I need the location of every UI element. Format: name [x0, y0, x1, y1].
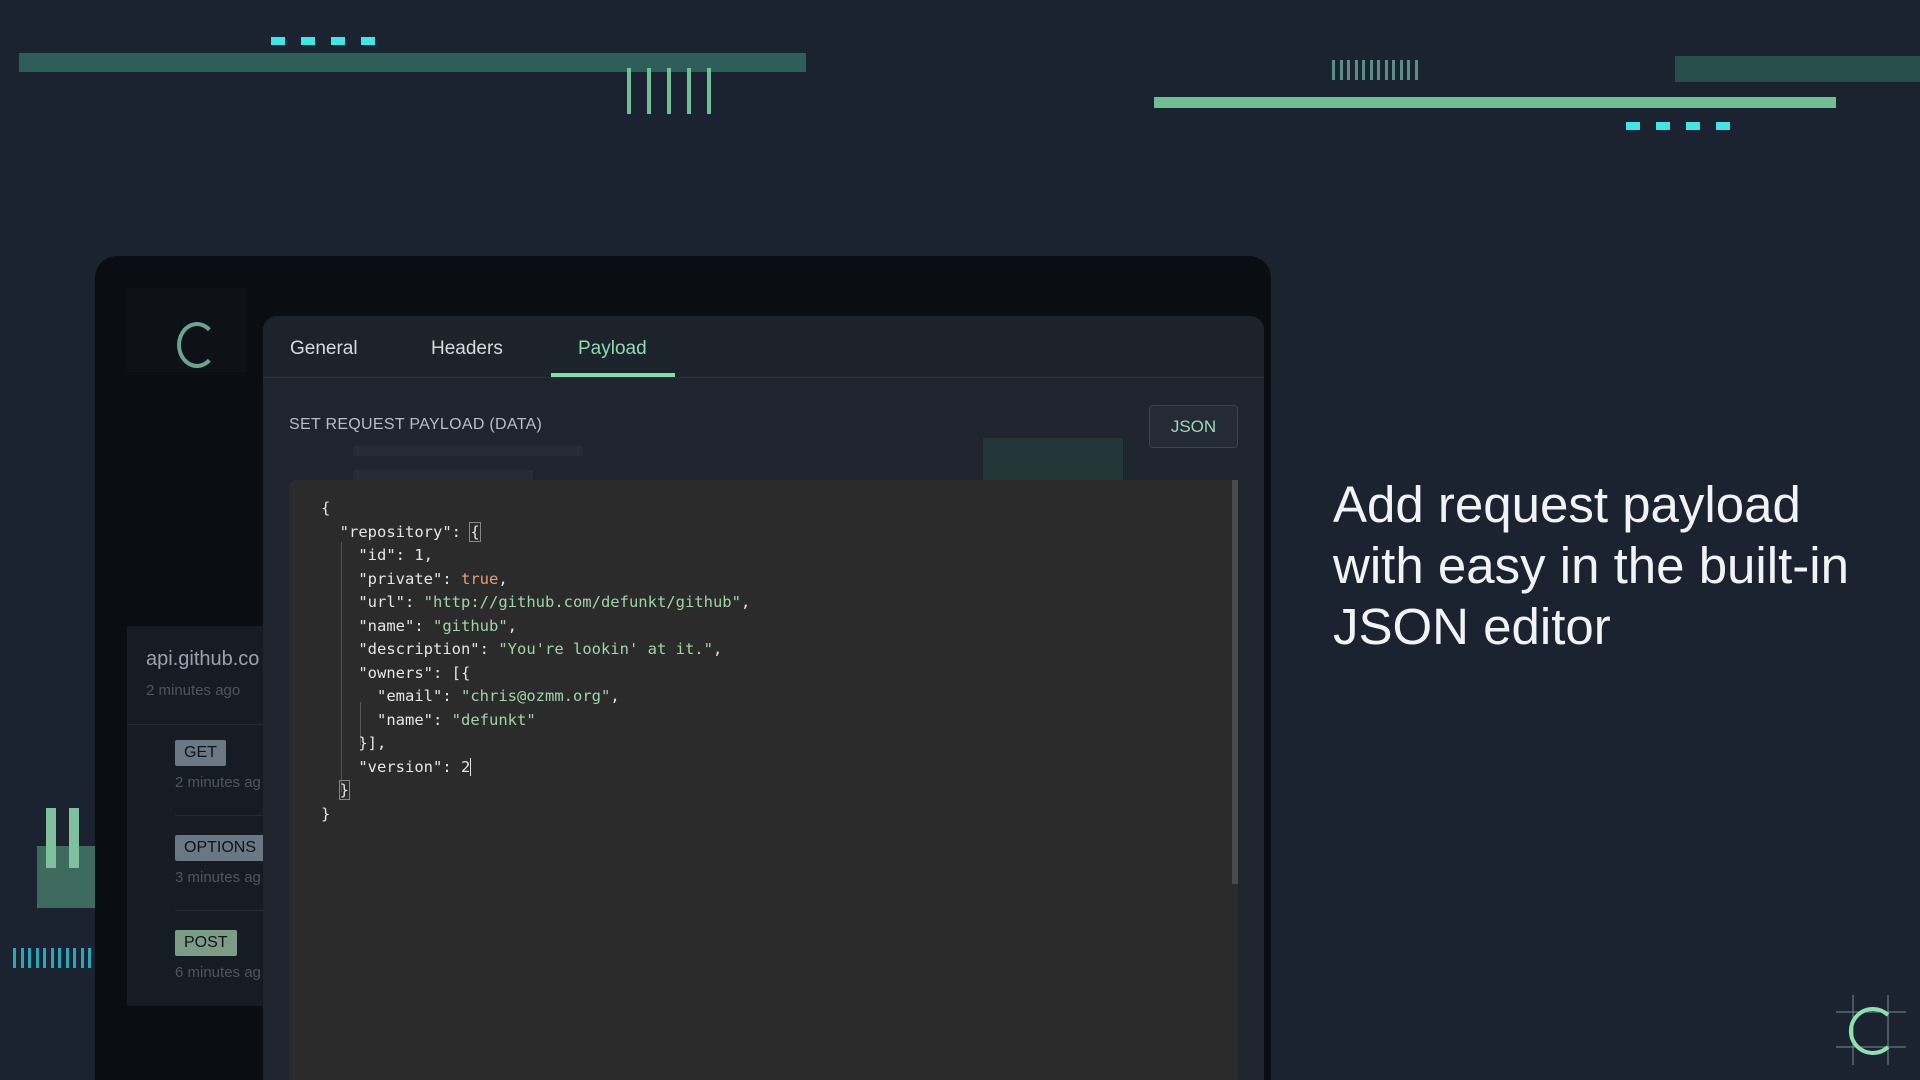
decor-dash	[301, 37, 315, 45]
history-item-options[interactable]: OPTIONS 3 minutes ag	[175, 835, 266, 886]
json-format-button[interactable]: JSON	[1149, 405, 1238, 448]
tab-active-indicator	[551, 373, 675, 377]
tab-general[interactable]: General	[290, 338, 358, 360]
decor-bar-green	[1154, 97, 1836, 108]
code-line: }	[338, 780, 351, 800]
decor-tick	[20, 948, 24, 968]
code-line: "email": "chris@ozmm.org",	[377, 687, 620, 705]
decor-tick	[65, 948, 69, 968]
decor-tick	[80, 948, 84, 968]
history-time: 3 minutes ag	[175, 869, 261, 886]
code-line: }],	[321, 734, 387, 752]
decor-tick	[1347, 60, 1350, 80]
decor-dash	[1686, 122, 1700, 130]
decor-dash	[271, 37, 285, 45]
decor-tick	[1362, 60, 1365, 80]
code-line: "description": "You're lookin' at it.",	[358, 640, 723, 658]
decor-line	[687, 68, 691, 114]
decor-tick	[88, 948, 91, 968]
method-badge: OPTIONS	[175, 835, 266, 861]
decor-dash	[331, 37, 345, 45]
decor-bar-top-right	[1675, 56, 1920, 82]
method-badge: POST	[175, 930, 237, 956]
decor-tick	[1369, 60, 1373, 80]
method-badge: GET	[175, 740, 226, 766]
code-line: "url": "http://github.com/defunkt/github…	[358, 593, 751, 611]
request-dialog: General Headers Payload SET REQUEST PAYL…	[263, 316, 1264, 1080]
history-host-time: 2 minutes ago	[146, 682, 241, 699]
decor-block	[46, 808, 56, 868]
decor-tick	[1384, 60, 1388, 80]
decor-tick	[1399, 60, 1403, 80]
tab-bar: General Headers Payload	[263, 316, 1264, 378]
decor-dash	[361, 37, 375, 45]
code-line: "name": "github",	[358, 616, 517, 635]
json-editor[interactable]: { "repository": { "id": 1, "private": tr…	[289, 480, 1238, 1080]
decor-tick	[1392, 60, 1395, 80]
code-line: "name": "defunkt"	[377, 710, 536, 729]
payload-label: SET REQUEST PAYLOAD (DATA)	[289, 416, 543, 433]
decor-tick	[1377, 60, 1380, 80]
decor-line	[667, 68, 671, 114]
code-line: "id": 1,	[358, 546, 433, 564]
history-item-get[interactable]: GET 2 minutes ag	[175, 740, 261, 791]
code-line: {	[321, 499, 331, 517]
code-line: }	[321, 804, 331, 823]
decor-tick	[1354, 60, 1358, 80]
decor-dash	[1626, 122, 1640, 130]
history-host[interactable]: api.github.co	[146, 648, 259, 671]
code-line: "version": 2	[358, 757, 472, 776]
decor-line	[647, 68, 651, 114]
decor-tick	[58, 948, 61, 968]
history-item-post[interactable]: POST 6 minutes ag	[175, 930, 261, 981]
history-time: 2 minutes ag	[175, 774, 261, 791]
tab-payload[interactable]: Payload	[578, 338, 647, 360]
editor-scrollbar[interactable]	[1232, 480, 1238, 884]
decor-tick	[35, 948, 39, 968]
history-time: 6 minutes ag	[175, 964, 261, 981]
app-logo	[127, 288, 247, 372]
decor-tick	[28, 948, 31, 968]
code-line: "owners": [{	[358, 663, 471, 682]
decor-line	[707, 68, 711, 114]
corner-logo-icon	[1836, 995, 1906, 1065]
decor-tick	[50, 948, 54, 968]
decor-tick	[1407, 60, 1410, 80]
decor-tick	[1414, 60, 1418, 80]
decor-tick	[1332, 60, 1335, 80]
decor-dash	[1716, 122, 1730, 130]
decor-line	[627, 68, 631, 114]
decor-tick	[43, 948, 46, 968]
app-logo-icon	[177, 322, 217, 368]
feature-headline: Add request payload with easy in the bui…	[1333, 476, 1849, 655]
decor-tick	[1339, 60, 1343, 80]
decor-tick	[73, 948, 76, 968]
tab-headers[interactable]: Headers	[431, 338, 503, 360]
decor-dash	[1656, 122, 1670, 130]
code-line: "repository": {	[339, 521, 481, 542]
decor-tick	[13, 948, 16, 968]
code-line: "private": true,	[358, 569, 508, 588]
decor-block	[69, 808, 79, 868]
